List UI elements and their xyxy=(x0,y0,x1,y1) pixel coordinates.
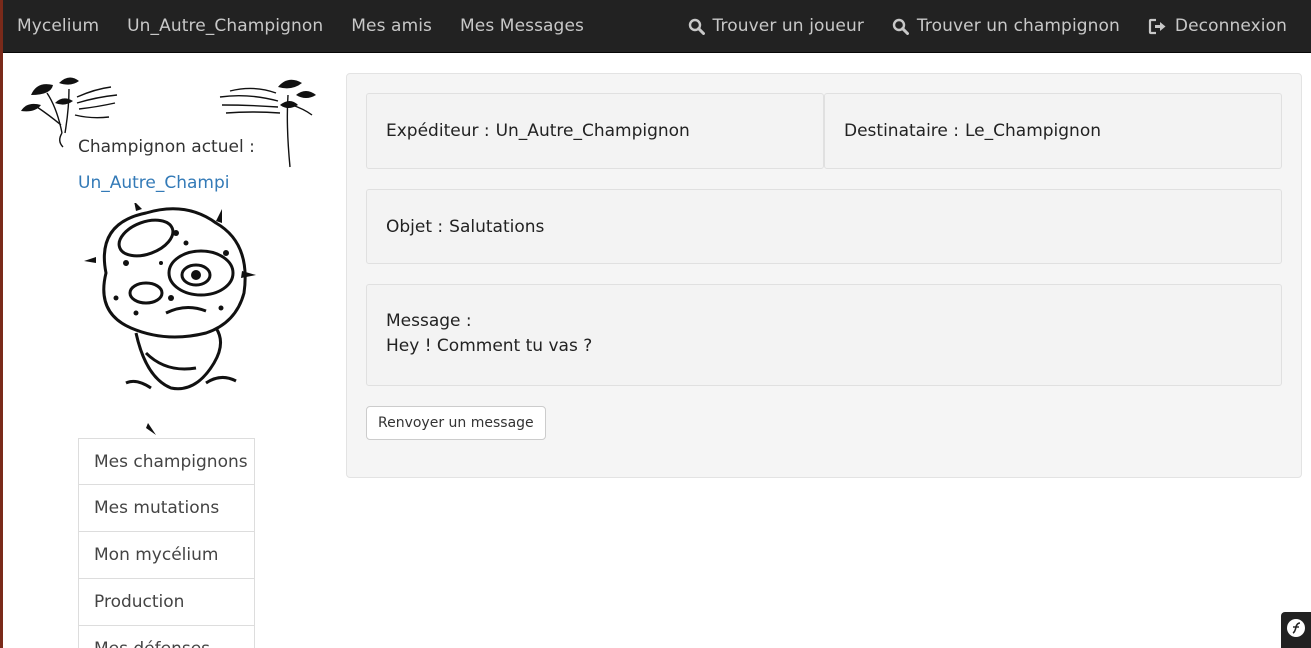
sidebar-menu: Mes champignons Mes mutations Mon mycéli… xyxy=(78,438,255,648)
sender-field: Expéditeur : Un_Autre_Champignon xyxy=(366,93,824,169)
mushroom-cluster-right-illustration xyxy=(218,75,318,174)
nav-find-player-label: Trouver un joueur xyxy=(712,16,864,36)
nav-current-mushroom[interactable]: Un_Autre_Champignon xyxy=(113,0,337,52)
sidebar-item-my-mutations[interactable]: Mes mutations xyxy=(78,485,255,532)
nav-find-player[interactable]: Trouver un joueur xyxy=(674,0,878,52)
sender-value: Un_Autre_Champignon xyxy=(495,121,690,141)
nav-find-mushroom-label: Trouver un champignon xyxy=(916,16,1120,36)
message-body-field: Message : Hey ! Comment tu vas ? xyxy=(366,284,1282,386)
recipient-value: Le_Champignon xyxy=(965,121,1102,141)
sidebar-item-my-mushrooms[interactable]: Mes champignons xyxy=(78,438,255,485)
subject-label: Objet : xyxy=(386,216,444,237)
brand-link[interactable]: Mycelium xyxy=(3,0,113,52)
current-mushroom-label: Champignon actuel : xyxy=(78,137,255,157)
nav-friends[interactable]: Mes amis xyxy=(337,0,446,52)
message-body-text: Hey ! Comment tu vas ? xyxy=(386,336,593,356)
symfony-toolbar-toggle[interactable] xyxy=(1281,612,1311,648)
top-navbar: Mycelium Un_Autre_Champignon Mes amis Me… xyxy=(3,0,1311,53)
sidebar-item-my-defenses[interactable]: Mes défenses xyxy=(78,626,255,648)
nav-logout-label: Deconnexion xyxy=(1174,16,1287,36)
reply-message-button[interactable]: Renvoyer un message xyxy=(366,406,546,440)
sidebar: Champignon actuel : Un_Autre_Champi Mes … xyxy=(3,53,333,648)
sidebar-item-my-mycelium[interactable]: Mon mycélium xyxy=(78,532,255,579)
recipient-field: Destinataire : Le_Champignon xyxy=(824,93,1282,169)
subject-field: Objet : Salutations xyxy=(366,189,1282,264)
search-icon xyxy=(892,18,909,35)
recipient-label: Destinataire : xyxy=(844,121,959,141)
symfony-logo-icon xyxy=(1286,618,1306,642)
nav-messages[interactable]: Mes Messages xyxy=(446,0,598,52)
navbar-left: Mycelium Un_Autre_Champignon Mes amis Me… xyxy=(3,0,598,52)
subject-value: Salutations xyxy=(449,216,545,237)
message-body-label: Message : xyxy=(386,311,472,331)
logout-icon xyxy=(1148,18,1167,35)
message-detail-panel: Expéditeur : Un_Autre_Champignon Destina… xyxy=(346,73,1302,478)
nav-logout[interactable]: Deconnexion xyxy=(1134,0,1311,52)
navbar-right: Trouver un joueur Trouver un champignon … xyxy=(674,0,1311,52)
sender-label: Expéditeur : xyxy=(386,121,490,141)
nav-find-mushroom[interactable]: Trouver un champignon xyxy=(878,0,1134,52)
search-icon xyxy=(688,18,705,35)
sidebar-item-production[interactable]: Production xyxy=(78,579,255,626)
mushroom-avatar xyxy=(76,201,261,442)
current-mushroom-link[interactable]: Un_Autre_Champi xyxy=(78,173,230,193)
